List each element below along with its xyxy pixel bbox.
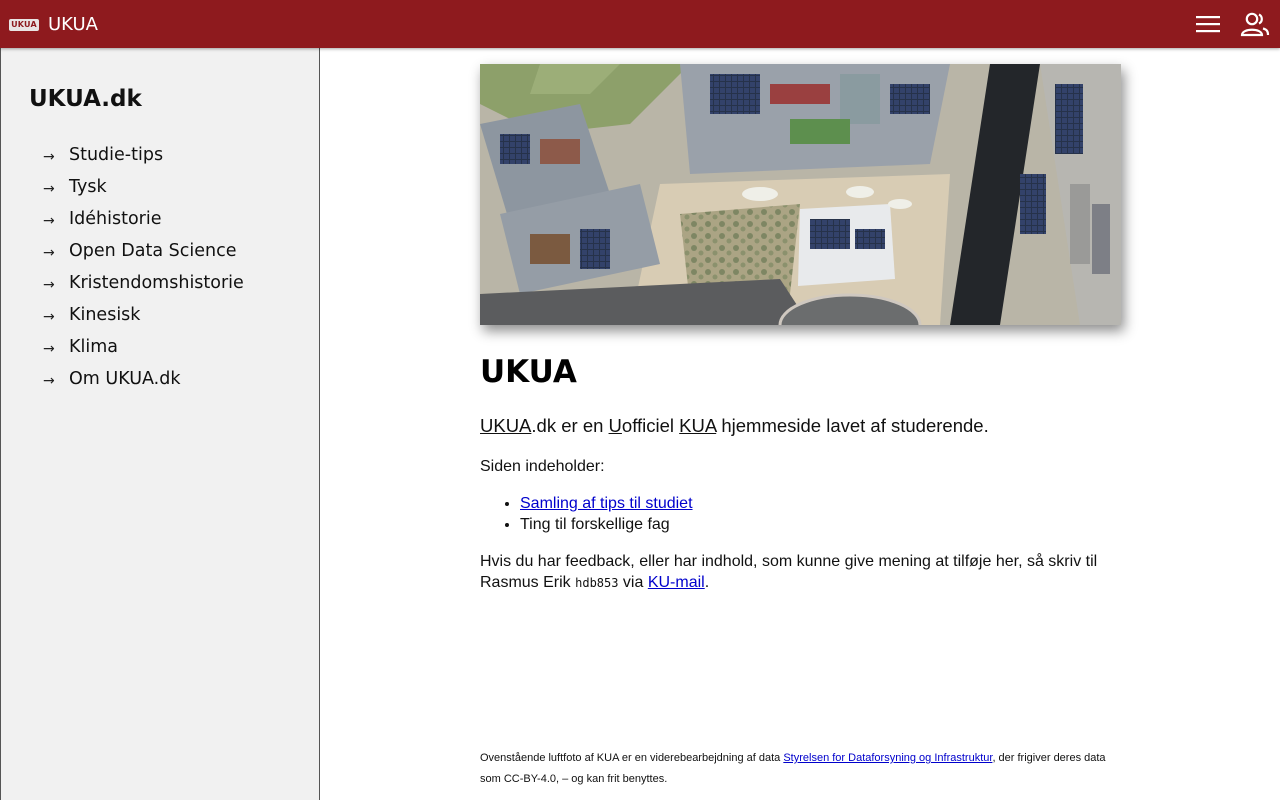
sidebar-item-label[interactable]: Idéhistorie [69, 209, 162, 229]
arrow-right-icon: → [43, 149, 55, 165]
sidebar-item-open-data-science[interactable]: → Open Data Science [43, 235, 244, 267]
arrow-right-icon: → [43, 309, 55, 325]
photo-credit-footnote: Ovenstående luftfoto af KUA er en videre… [480, 748, 1120, 790]
arrow-right-icon: → [43, 373, 55, 389]
abbr-u: U [608, 415, 622, 436]
sidebar-item-kristendomshistorie[interactable]: → Kristendomshistorie [43, 267, 244, 299]
top-app-bar: UKUA UKUA [0, 0, 1280, 48]
footnote-text: Ovenstående luftfoto af KUA er en videre… [480, 752, 784, 764]
feedback-via: via [618, 574, 648, 591]
intro-lead: UKUA.dk er en Uofficiel KUA hjemmeside l… [480, 415, 1120, 437]
sidebar-item-klima[interactable]: → Klima [43, 331, 244, 363]
contents-list: Samling af tips til studiet Ting til for… [520, 493, 693, 535]
lead-text: .dk er en [531, 415, 609, 436]
app-title[interactable]: UKUA [48, 13, 98, 37]
sidebar-item-idehistorie[interactable]: → Idéhistorie [43, 203, 244, 235]
sidebar-title[interactable]: UKUA.dk [29, 86, 142, 112]
abbr-ukua: UKUA [480, 415, 532, 436]
feedback-text: Hvis du har feedback, eller har indhold,… [480, 553, 1098, 591]
sidebar-item-kinesisk[interactable]: → Kinesisk [43, 299, 244, 331]
sidebar-item-label[interactable]: Om UKUA.dk [69, 369, 180, 389]
sidebar-item-label[interactable]: Studie-tips [69, 145, 163, 165]
contains-label: Siden indeholder: [480, 458, 605, 475]
sdfi-link[interactable]: Styrelsen for Dataforsyning og Infrastru… [783, 752, 992, 764]
arrow-right-icon: → [43, 245, 55, 261]
arrow-right-icon: → [43, 277, 55, 293]
lead-text: hjemmeside lavet af studerende. [716, 415, 989, 436]
list-item: Samling af tips til studiet [520, 493, 693, 514]
abbr-kua: KUA [679, 415, 717, 436]
sidebar-item-label[interactable]: Klima [69, 337, 118, 357]
sidebar-item-tysk[interactable]: → Tysk [43, 171, 244, 203]
user-code: hdb853 [575, 576, 619, 590]
list-item: Ting til forskellige fag [520, 514, 693, 535]
hamburger-menu-icon[interactable] [1194, 12, 1222, 36]
sidebar-item-label[interactable]: Kinesisk [69, 305, 140, 325]
aerial-campus-photo [480, 64, 1121, 325]
sidebar-item-label[interactable]: Open Data Science [69, 241, 237, 261]
sidebar-nav: UKUA.dk → Studie-tips → Tysk → Idéhistor… [0, 48, 320, 800]
arrow-right-icon: → [43, 213, 55, 229]
ku-mail-link[interactable]: KU-mail [648, 574, 705, 591]
sidebar-item-studie-tips[interactable]: → Studie-tips [43, 139, 244, 171]
arrow-right-icon: → [43, 181, 55, 197]
sidebar-item-label[interactable]: Tysk [69, 177, 107, 197]
ukua-logo[interactable]: UKUA [9, 19, 39, 31]
lead-text: officiel [621, 415, 680, 436]
feedback-paragraph: Hvis du har feedback, eller har indhold,… [480, 551, 1120, 594]
sidebar-item-label[interactable]: Kristendomshistorie [69, 273, 244, 293]
page-title: UKUA [480, 354, 577, 390]
arrow-right-icon: → [43, 341, 55, 357]
feedback-end: . [704, 574, 710, 591]
sidebar-list: → Studie-tips → Tysk → Idéhistorie → Ope… [43, 139, 244, 395]
sidebar-item-om-ukua[interactable]: → Om UKUA.dk [43, 363, 244, 395]
tips-link[interactable]: Samling af tips til studiet [520, 495, 693, 512]
user-group-icon[interactable] [1240, 10, 1270, 38]
